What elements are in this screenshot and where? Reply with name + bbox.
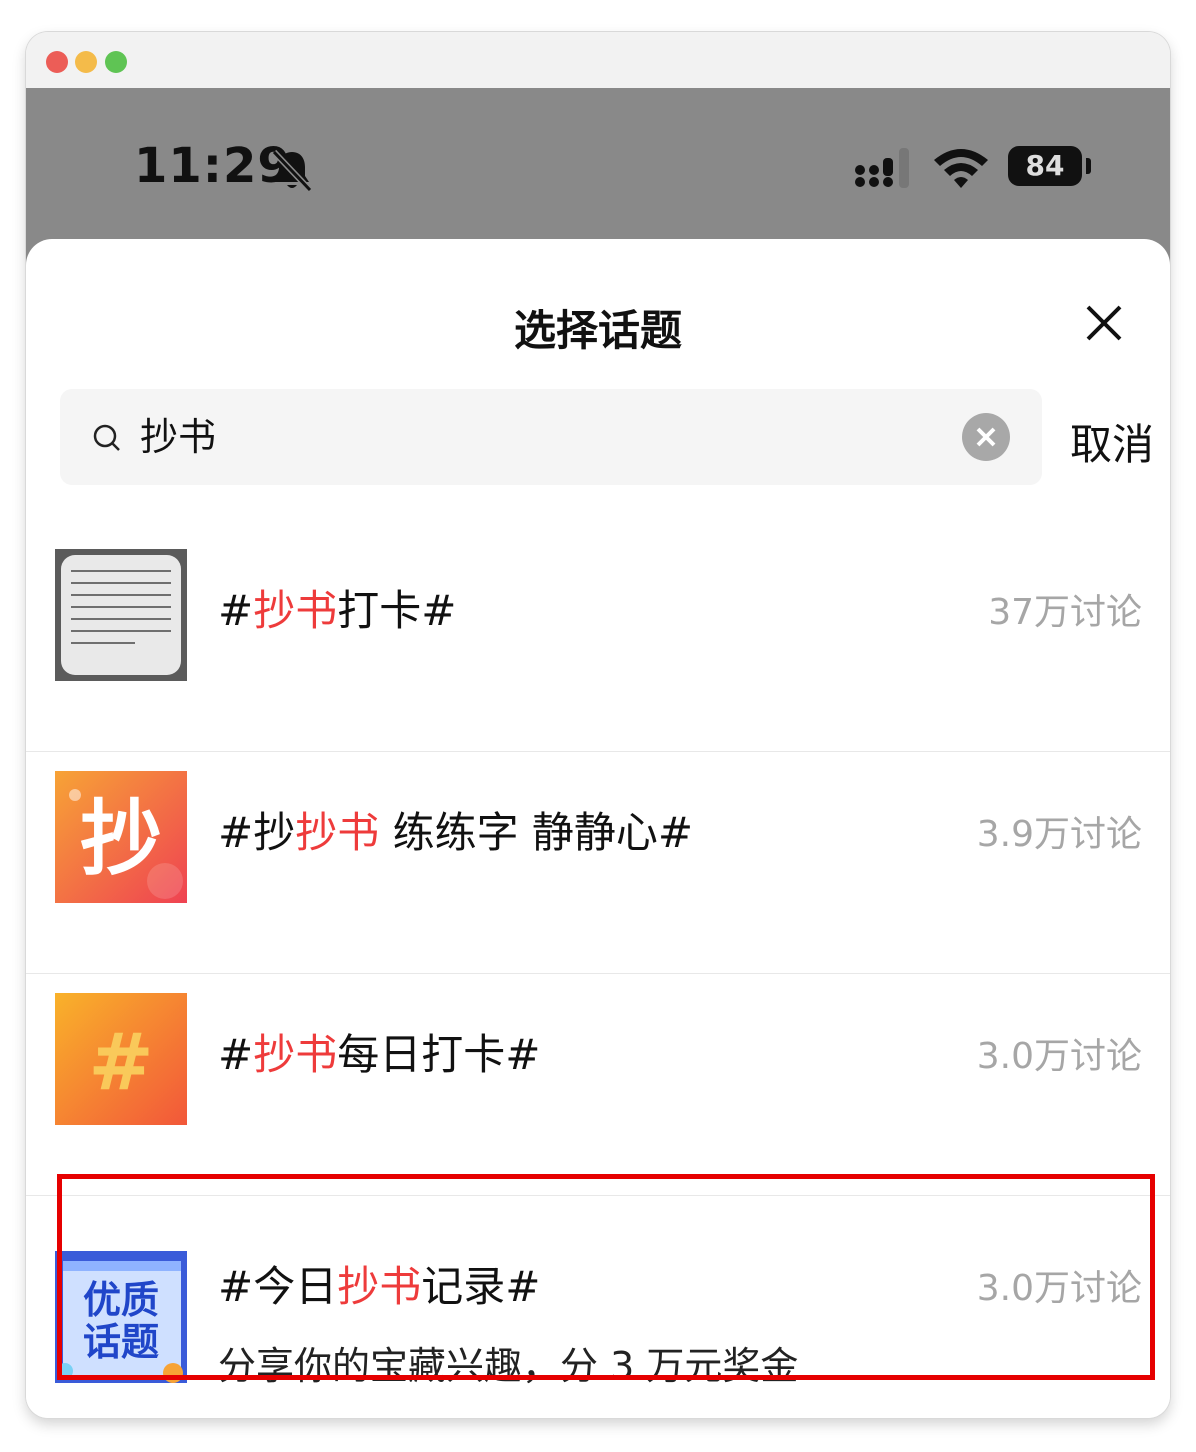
thumbnail-text: # [88, 1018, 153, 1108]
topic-item[interactable]: 抄 #抄抄书 练练字 静静心# 3.9万讨论 [26, 751, 1170, 973]
cancel-button[interactable]: 取消 [1070, 411, 1154, 472]
close-icon[interactable] [1080, 299, 1128, 347]
clear-icon[interactable] [962, 413, 1010, 461]
topic-discussion-count: 3.9万讨论 [976, 814, 1142, 855]
search-input[interactable]: 抄书 [140, 409, 216, 465]
topic-title: #抄书每日打卡# [218, 1030, 541, 1079]
thumbnail-text: 抄 [80, 792, 162, 887]
topic-discussion-count: 37万讨论 [988, 592, 1142, 633]
topic-title: #抄抄书 练练字 静静心# [218, 808, 694, 857]
annotation-highlight-box [57, 1174, 1155, 1380]
window-titlebar [26, 32, 1170, 88]
topic-item[interactable]: # #抄书每日打卡# 3.0万讨论 [26, 973, 1170, 1195]
topic-thumbnail: # [55, 993, 187, 1125]
search-icon [92, 423, 122, 457]
topic-thumbnail [55, 549, 187, 681]
bell-muted-icon [268, 146, 316, 198]
topic-item[interactable]: #抄书打卡# 37万讨论 [26, 529, 1170, 751]
battery-tip [1086, 158, 1091, 174]
wifi-icon [932, 146, 990, 194]
zoom-window-button[interactable] [105, 51, 127, 73]
battery-icon: 84 [1008, 146, 1082, 186]
page-title: 选择话题 [513, 306, 682, 355]
search-bar[interactable]: 抄书 [60, 389, 1042, 485]
topic-discussion-count: 3.0万讨论 [976, 1036, 1142, 1077]
minimize-window-button[interactable] [75, 51, 97, 73]
topic-title: #抄书打卡# [218, 586, 457, 635]
close-window-button[interactable] [46, 51, 68, 73]
cellular-signal-icon [854, 148, 916, 192]
topic-thumbnail: 抄 [55, 771, 187, 903]
